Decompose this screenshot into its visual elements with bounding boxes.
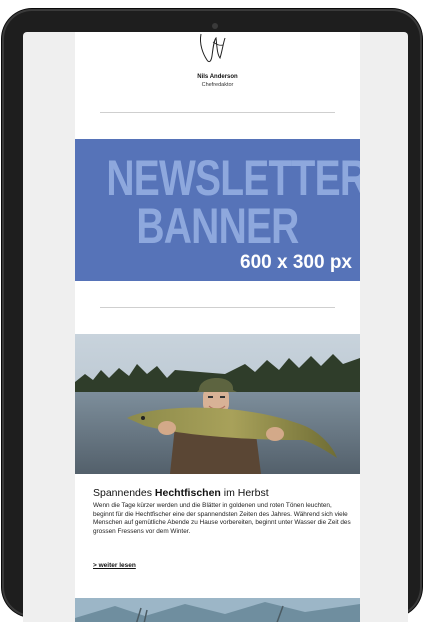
newsletter-banner[interactable]: NEWSLETTER- BANNER 600 x 300 px: [75, 139, 360, 281]
banner-size-label: 600 x 300 px: [240, 252, 352, 273]
email-newsletter[interactable]: Nils Anderson Chefredaktor NEWSLETTER- B…: [75, 32, 360, 622]
signature-name: Nils Anderson: [197, 74, 238, 80]
banner-headline-2: BANNER: [136, 198, 299, 254]
screen: Nils Anderson Chefredaktor NEWSLETTER- B…: [23, 32, 408, 622]
article-body: Wenn die Tage kürzer werden und die Blät…: [93, 502, 351, 535]
signature-role: Chefredaktor: [201, 82, 234, 88]
pike-fishing-photo[interactable]: [75, 334, 360, 474]
divider: [100, 112, 335, 113]
banner-headline-1: NEWSLETTER-: [106, 150, 360, 206]
front-camera-icon: [212, 23, 218, 29]
handwritten-signature: [200, 33, 226, 63]
read-more-link[interactable]: > weiter lesen: [93, 562, 136, 569]
article-title: Spannendes Hechtfischen im Herbst: [93, 487, 269, 499]
divider: [100, 307, 335, 308]
second-article-photo[interactable]: [75, 598, 360, 622]
tablet-frame: Nils Anderson Chefredaktor NEWSLETTER- B…: [2, 9, 422, 622]
